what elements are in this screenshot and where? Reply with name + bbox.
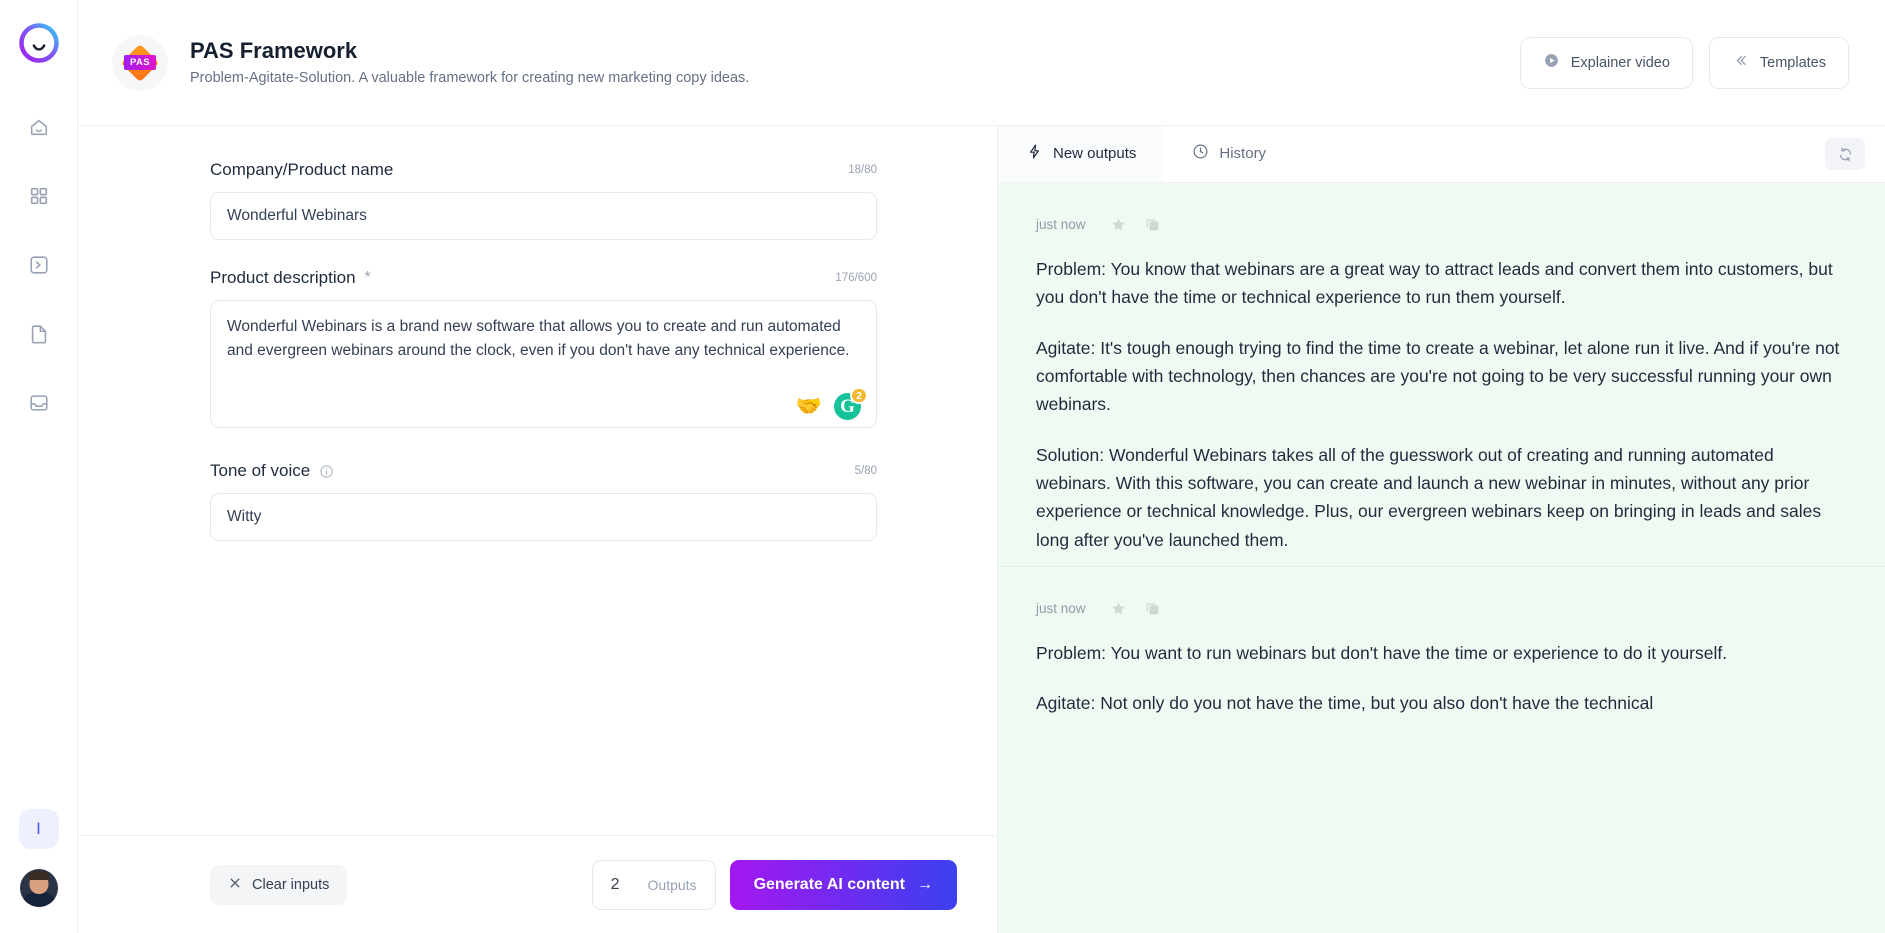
generate-label: Generate AI content (753, 875, 905, 893)
template-header: PAS PAS Framework Problem-Agitate-Soluti… (78, 0, 1885, 126)
avatar-hair (28, 871, 49, 880)
workspace-badge[interactable]: I (18, 809, 59, 849)
play-circle-icon (1543, 52, 1560, 73)
required-asterisk: * (364, 269, 371, 286)
field-header: Company/Product name 18/80 (210, 160, 877, 180)
output-card-header: just now (1036, 595, 1847, 621)
sidebar-item-documents[interactable] (18, 315, 60, 357)
main-area: PAS PAS Framework Problem-Agitate-Soluti… (78, 0, 1885, 933)
output-panel: New outputs History just now Problem: Yo… (998, 126, 1885, 933)
timestamp: just now (1036, 216, 1086, 232)
field-tone-of-voice: Tone of voice 5/80 (210, 461, 877, 541)
smiley-logo[interactable] (18, 22, 60, 64)
output-paragraph: Problem: You want to run webinars but do… (1036, 643, 1728, 664)
close-icon (228, 876, 242, 894)
tone-of-voice-input[interactable] (210, 493, 877, 541)
form-fields: Company/Product name 18/80 Product descr… (78, 126, 997, 835)
form-footer: Clear inputs 2 Outputs Generate AI conte… (78, 835, 997, 933)
handshake-icon[interactable]: 🤝 (796, 396, 822, 417)
workspace-split: Company/Product name 18/80 Product descr… (78, 126, 1885, 933)
document-icon (28, 323, 50, 350)
outputs-stepper[interactable]: 2 Outputs (591, 859, 716, 910)
template-meta: PAS Framework Problem-Agitate-Solution. … (190, 37, 749, 88)
outputs-count: 2 (610, 875, 620, 893)
char-counter: 176/600 (835, 272, 877, 284)
tab-new-outputs[interactable]: New outputs (998, 126, 1165, 182)
field-label: Product description (210, 268, 356, 287)
field-label: Company/Product name (210, 160, 394, 179)
footer-actions: 2 Outputs Generate AI content → (591, 859, 957, 910)
sidebar-item-apps[interactable] (18, 177, 60, 219)
app-root: I PAS PAS Framework Problem-Agitate-Solu… (0, 0, 1885, 933)
star-icon[interactable] (1106, 211, 1132, 237)
timestamp: just now (1036, 600, 1086, 616)
output-card: just now (998, 183, 1885, 566)
field-header: Tone of voice 5/80 (210, 461, 877, 481)
sidebar-item-commands[interactable] (18, 246, 60, 288)
outputs-list[interactable]: just now Problem: You know that webinars… (998, 183, 1885, 933)
tabbar-spacer (1294, 126, 1825, 182)
left-sidebar: I (0, 0, 78, 933)
outputs-label: Outputs (647, 876, 697, 893)
char-counter: 5/80 (854, 465, 877, 477)
tab-history-label: History (1219, 144, 1267, 162)
pas-chip-label: PAS (123, 54, 157, 71)
output-paragraph: Solution: Wonderful Webinars takes all o… (1036, 444, 1822, 550)
product-description-textarea[interactable]: Wonderful Webinars is a brand new softwa… (210, 300, 877, 428)
explainer-video-button[interactable]: Explainer video (1519, 36, 1693, 89)
copy-icon[interactable] (1140, 595, 1166, 621)
templates-button[interactable]: Templates (1708, 36, 1849, 89)
output-paragraph: Problem: You know that webinars are a gr… (1036, 259, 1833, 308)
field-header: Product description * 176/600 (210, 268, 877, 288)
grammarly-badge-count: 2 (850, 387, 868, 404)
output-tabs: New outputs History (998, 126, 1885, 183)
textarea-badges: 🤝 G 2 (796, 387, 868, 420)
output-card: just now (998, 566, 1885, 730)
output-card-header: just now (1036, 211, 1847, 237)
info-icon[interactable] (319, 464, 334, 479)
input-form-panel: Company/Product name 18/80 Product descr… (78, 126, 998, 933)
pas-template-icon: PAS (112, 34, 168, 91)
grammarly-icon[interactable]: G 2 (834, 387, 868, 420)
header-actions: Explainer video Templates (1519, 36, 1849, 89)
clear-inputs-label: Clear inputs (252, 876, 330, 893)
clock-icon (1192, 143, 1209, 164)
tab-history[interactable]: History (1164, 126, 1294, 182)
grid-icon (28, 185, 50, 212)
avatar-body (20, 892, 57, 907)
textarea-wrapper: Wonderful Webinars is a brand new softwa… (210, 300, 877, 433)
generate-ai-content-button[interactable]: Generate AI content → (729, 859, 957, 910)
arrow-right-icon: → (917, 875, 933, 893)
output-paragraph: Agitate: Not only do you not have the ti… (1036, 693, 1654, 714)
star-icon[interactable] (1106, 595, 1132, 621)
lightning-icon (1026, 143, 1043, 164)
home-icon (28, 116, 50, 143)
page-title: PAS Framework (190, 37, 358, 63)
page-subtitle: Problem-Agitate-Solution. A valuable fra… (190, 70, 750, 87)
inbox-icon (28, 392, 50, 419)
field-company-product-name: Company/Product name 18/80 (210, 160, 877, 240)
sidebar-item-inbox[interactable] (18, 384, 60, 426)
company-name-input[interactable] (210, 192, 877, 240)
field-label: Tone of voice (210, 461, 311, 480)
clear-inputs-button[interactable]: Clear inputs (210, 864, 348, 905)
terminal-icon (28, 254, 50, 281)
output-paragraph: Agitate: It's tough enough trying to fin… (1036, 337, 1840, 415)
sidebar-item-home[interactable] (18, 108, 60, 150)
field-product-description: Product description * 176/600 Wonderful … (210, 268, 877, 433)
explainer-video-label: Explainer video (1570, 54, 1670, 71)
pas-mark: PAS (120, 43, 160, 83)
refresh-icon[interactable] (1825, 138, 1865, 170)
copy-icon[interactable] (1140, 211, 1166, 237)
sidebar-nav (18, 108, 60, 426)
avatar[interactable] (19, 869, 58, 907)
tab-new-outputs-label: New outputs (1053, 144, 1137, 162)
templates-label: Templates (1759, 54, 1826, 71)
chevron-double-left-icon (1732, 52, 1749, 73)
char-counter: 18/80 (848, 164, 877, 176)
sidebar-bottom: I (18, 809, 59, 933)
